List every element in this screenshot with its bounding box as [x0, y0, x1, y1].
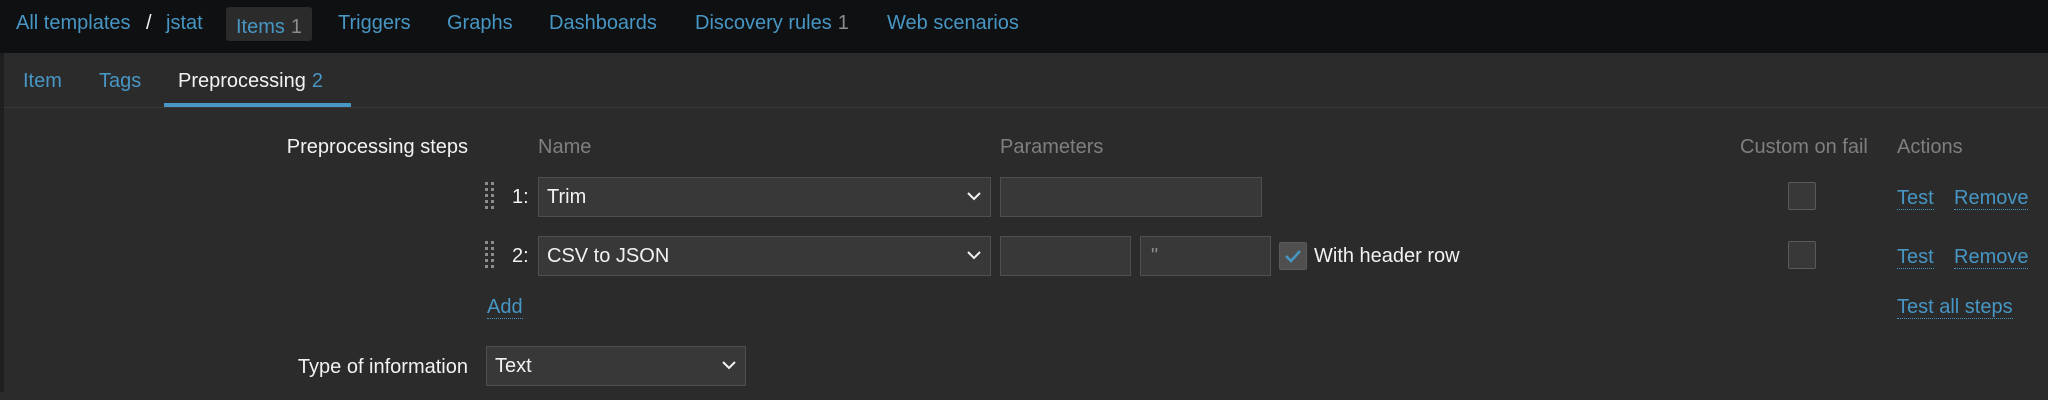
chevron-down-icon	[721, 347, 737, 400]
active-tab-indicator	[164, 103, 351, 107]
header-actions: Actions	[1897, 136, 1963, 158]
test-link[interactable]: Test	[1897, 187, 1934, 210]
test-all-steps-link[interactable]: Test all steps	[1897, 296, 2013, 319]
delimiter-input[interactable]	[1000, 236, 1131, 276]
type-of-information-label: Type of information	[297, 356, 468, 378]
breadcrumb-separator: /	[146, 12, 152, 34]
step-name-select[interactable]: CSV to JSON	[538, 236, 991, 276]
nav-triggers[interactable]: Triggers	[338, 10, 411, 40]
step-name-value: Trim	[547, 186, 587, 208]
tab-tags[interactable]: Tags	[99, 69, 141, 93]
nav-web-scenarios[interactable]: Web scenarios	[887, 10, 1019, 40]
nav-items-label: Items	[236, 16, 285, 38]
with-header-row-checkbox[interactable]	[1279, 242, 1307, 270]
step-name-select[interactable]: Trim	[538, 177, 991, 217]
breadcrumb-template[interactable]: jstat	[166, 10, 203, 40]
type-of-information-select[interactable]: Text	[486, 346, 746, 386]
header-parameters: Parameters	[1000, 136, 1104, 158]
chevron-down-icon	[966, 178, 982, 231]
type-of-information-value: Text	[495, 355, 532, 377]
nav-dashboards[interactable]: Dashboards	[549, 10, 657, 40]
breadcrumb-all-templates[interactable]: All templates	[16, 10, 131, 40]
tab-preprocessing-count: 2	[311, 70, 323, 92]
header-custom-on-fail: Custom on fail	[1740, 136, 1868, 158]
nav-discovery-rules[interactable]: Discovery rules 1	[695, 10, 849, 40]
tab-item[interactable]: Item	[23, 69, 62, 93]
checkmark-icon	[1285, 250, 1301, 263]
custom-on-fail-checkbox[interactable]	[1788, 182, 1816, 210]
drag-handle-icon[interactable]	[485, 241, 497, 273]
drag-handle-icon[interactable]	[485, 182, 497, 214]
tab-bar: Item Tags Preprocessing 2	[4, 53, 2048, 108]
nav-graphs[interactable]: Graphs	[447, 10, 513, 40]
custom-on-fail-checkbox[interactable]	[1788, 241, 1816, 269]
step-number: 1:	[512, 186, 529, 208]
tab-preprocessing[interactable]: Preprocessing 2	[178, 69, 323, 93]
nav-items-count: 1	[290, 16, 303, 38]
remove-link[interactable]: Remove	[1954, 187, 2029, 210]
step-name-value: CSV to JSON	[547, 245, 670, 267]
with-header-row-label: With header row	[1314, 245, 1460, 267]
nav-items[interactable]: Items 1	[226, 7, 313, 41]
nav-discovery-label: Discovery rules	[695, 12, 832, 34]
chevron-down-icon	[966, 237, 982, 290]
header-name: Name	[538, 136, 592, 158]
nav-discovery-count: 1	[837, 12, 849, 34]
tab-preprocessing-label: Preprocessing	[178, 70, 306, 92]
remove-link[interactable]: Remove	[1954, 246, 2029, 269]
add-step-link[interactable]: Add	[487, 296, 523, 319]
step-number: 2:	[512, 245, 529, 267]
step-parameter-input[interactable]	[1000, 177, 1262, 217]
top-navigation-bar: All templates / jstat Items 1 Triggers Gr…	[0, 0, 2048, 53]
test-link[interactable]: Test	[1897, 246, 1934, 269]
quotation-input[interactable]: "	[1140, 236, 1271, 276]
preprocessing-steps-label: Preprocessing steps	[286, 136, 468, 158]
